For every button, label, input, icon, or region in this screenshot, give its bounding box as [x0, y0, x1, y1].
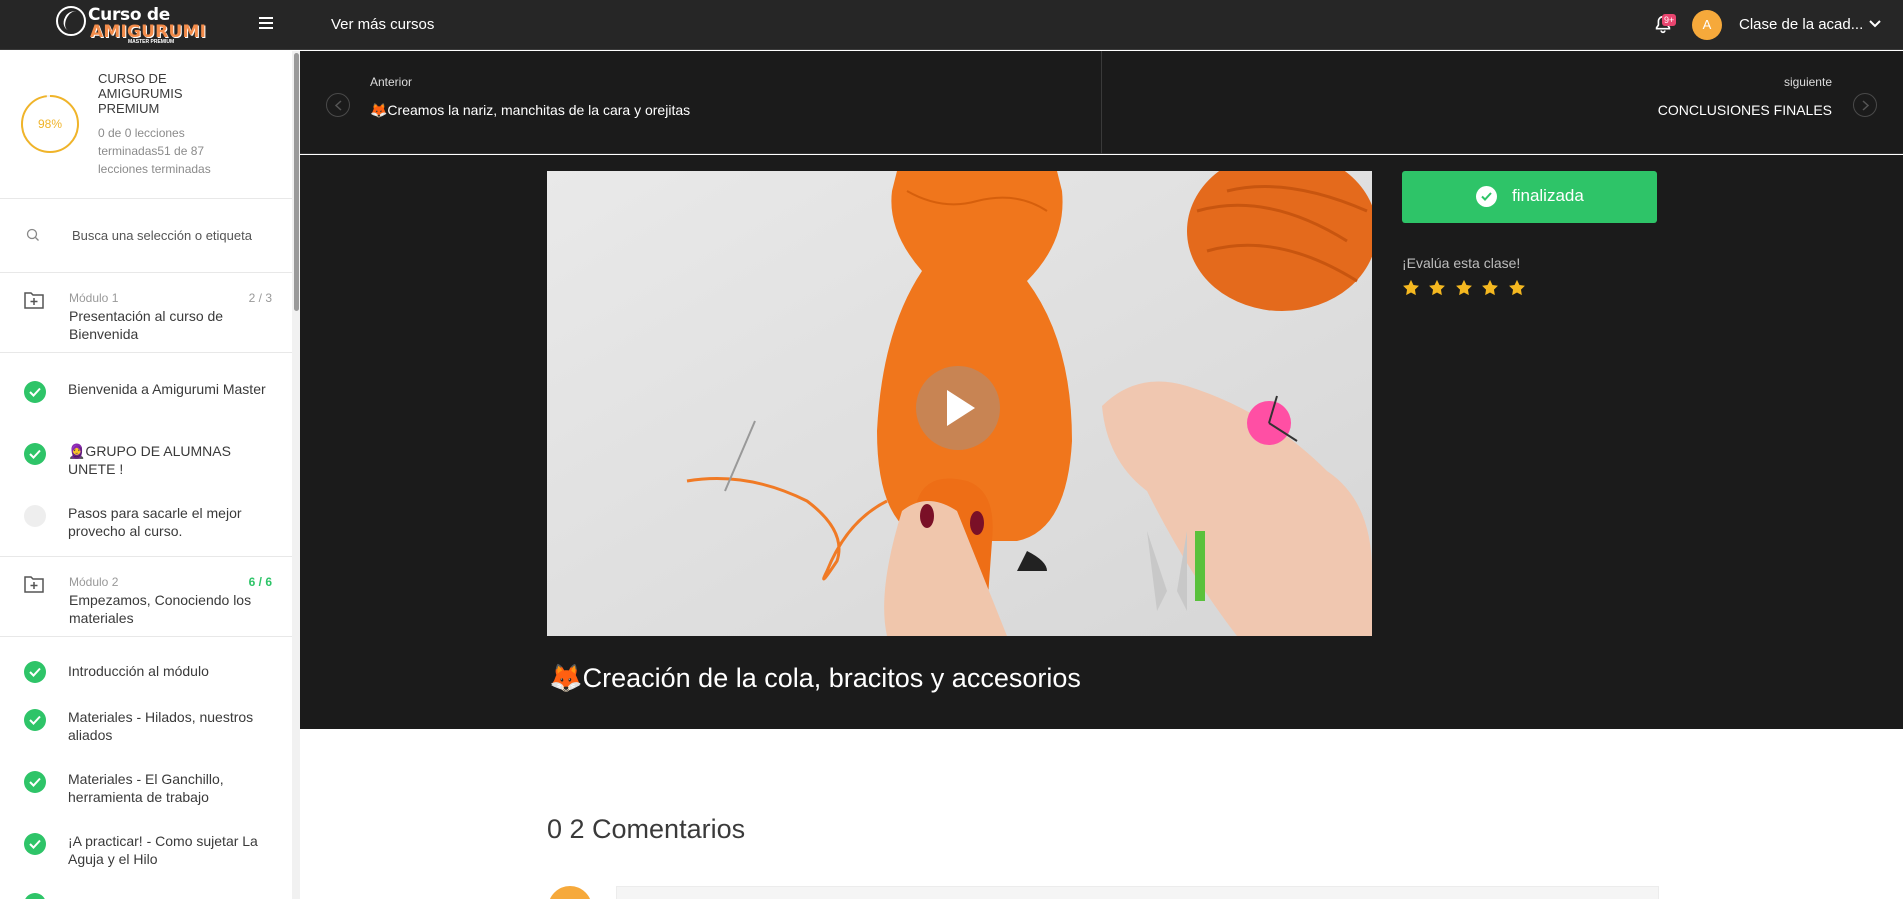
more-courses-link[interactable]: Ver más cursos	[331, 16, 434, 33]
star-icon[interactable]	[1402, 279, 1420, 297]
star-icon[interactable]	[1428, 279, 1446, 297]
next-lesson-link[interactable]: CONCLUSIONES FINALES	[1658, 102, 1832, 118]
module-progress-count: 2 / 3	[248, 291, 272, 305]
nav-divider	[1101, 51, 1102, 154]
module-title: Presentación al curso de Bienvenida	[69, 308, 224, 342]
module-2[interactable]: Módulo 2 6 / 6 Empezamos, Conociendo los…	[0, 557, 292, 637]
user-menu-name[interactable]: Clase de la acad...	[1739, 16, 1863, 33]
check-circle-icon	[1476, 186, 1497, 207]
lesson-title: 🦊Creación de la cola, bracitos y accesor…	[549, 663, 1081, 693]
lesson-title: Introducción al módulo	[68, 663, 209, 679]
chevron-right-icon[interactable]	[1853, 93, 1877, 117]
check-circle-icon	[24, 833, 46, 855]
check-circle-icon	[24, 381, 46, 403]
course-sidebar: 98% CURSO DE AMIGURUMIS PREMIUM 0 de 0 l…	[0, 51, 300, 899]
star-icon[interactable]	[1455, 279, 1473, 297]
previous-lesson-link[interactable]: 🦊Creamos la nariz, manchitas de la cara …	[370, 102, 690, 119]
play-icon[interactable]	[916, 366, 1000, 450]
lesson-item[interactable]: Bienvenida a Amigurumi Master	[0, 371, 292, 421]
star-icon[interactable]	[1481, 279, 1499, 297]
comment-input[interactable]	[616, 886, 1659, 899]
lesson-item[interactable]: ¡A practicar! - Como sujetar La Aguja y …	[0, 823, 292, 873]
lesson-title: ¡A practicar! - Como sujetar La Aguja y …	[68, 833, 258, 867]
menu-toggle-icon[interactable]	[259, 17, 273, 31]
module-title: Empezamos, Conociendo los materiales	[69, 592, 252, 626]
commenter-avatar	[548, 886, 592, 899]
search-icon	[26, 228, 39, 241]
lesson-title: Materiales - El Ganchillo, herramienta d…	[68, 771, 224, 805]
progress-percent: 98%	[37, 117, 63, 131]
user-avatar[interactable]: A	[1692, 10, 1722, 40]
sidebar-search	[0, 199, 292, 273]
folder-add-icon	[24, 292, 44, 309]
site-logo[interactable]: Curso de AMIGURUMI MASTER PREMIUM	[56, 4, 206, 46]
lesson-item[interactable]: Materiales - Hilados, nuestros aliados	[0, 699, 292, 749]
check-circle-icon	[24, 771, 46, 793]
folder-add-icon	[24, 576, 44, 593]
course-progress-text: 0 de 0 lecciones terminadas51 de 87 lecc…	[98, 126, 211, 176]
module-progress-count: 6 / 6	[248, 575, 272, 589]
rate-lesson-label: ¡Evalúa esta clase!	[1402, 255, 1521, 271]
lesson-item[interactable]: Introducción al módulo	[0, 651, 292, 691]
lesson-main: Anterior 🦊Creamos la nariz, manchitas de…	[300, 51, 1903, 899]
course-title: CURSO DE AMIGURUMIS PREMIUM	[98, 71, 183, 116]
search-input[interactable]	[72, 225, 272, 245]
lesson-item[interactable]	[0, 885, 292, 899]
chevron-left-icon[interactable]	[326, 93, 350, 117]
notification-badge: 9+	[1662, 14, 1677, 26]
module-number: Módulo 1	[69, 291, 119, 305]
check-circle-icon	[24, 893, 46, 899]
sidebar-scroll-thumb[interactable]	[294, 53, 299, 311]
logo-line-3: MASTER PREMIUM	[128, 39, 175, 45]
check-circle-icon	[24, 661, 46, 683]
yarn-ball-icon	[56, 6, 86, 36]
pending-circle-icon	[24, 505, 46, 527]
finished-label: finalizada	[1512, 186, 1584, 205]
lesson-title: Materiales - Hilados, nuestros aliados	[68, 709, 254, 743]
lesson-item[interactable]: 🧕GRUPO DE ALUMNAS UNETE !	[0, 433, 292, 483]
lesson-title: 🧕GRUPO DE ALUMNAS UNETE !	[68, 443, 231, 477]
module-1[interactable]: Módulo 1 2 / 3 Presentación al curso de …	[0, 273, 292, 353]
course-progress-panel: 98% CURSO DE AMIGURUMIS PREMIUM 0 de 0 l…	[0, 51, 292, 199]
lesson-title: Pasos para sacarle el mejor provecho al …	[68, 505, 242, 539]
star-icon[interactable]	[1508, 279, 1526, 297]
lesson-item[interactable]: Pasos para sacarle el mejor provecho al …	[0, 495, 292, 557]
top-header: Curso de AMIGURUMI MASTER PREMIUM Ver má…	[0, 0, 1903, 50]
check-circle-icon	[24, 443, 46, 465]
next-label: siguiente	[1783, 75, 1832, 89]
comments-heading: 0 2 Comentarios	[547, 814, 746, 844]
lesson-title: Bienvenida a Amigurumi Master	[68, 381, 266, 397]
chevron-down-icon[interactable]	[1868, 17, 1882, 31]
module-number: Módulo 2	[69, 575, 119, 589]
check-circle-icon	[24, 709, 46, 731]
previous-label: Anterior	[370, 75, 413, 89]
lesson-item[interactable]: Materiales - El Ganchillo, herramienta d…	[0, 761, 292, 811]
lesson-navigation: Anterior 🦊Creamos la nariz, manchitas de…	[300, 51, 1903, 154]
video-player[interactable]	[547, 171, 1372, 636]
star-rating[interactable]	[1402, 279, 1530, 299]
finished-button[interactable]: finalizada	[1402, 171, 1657, 223]
